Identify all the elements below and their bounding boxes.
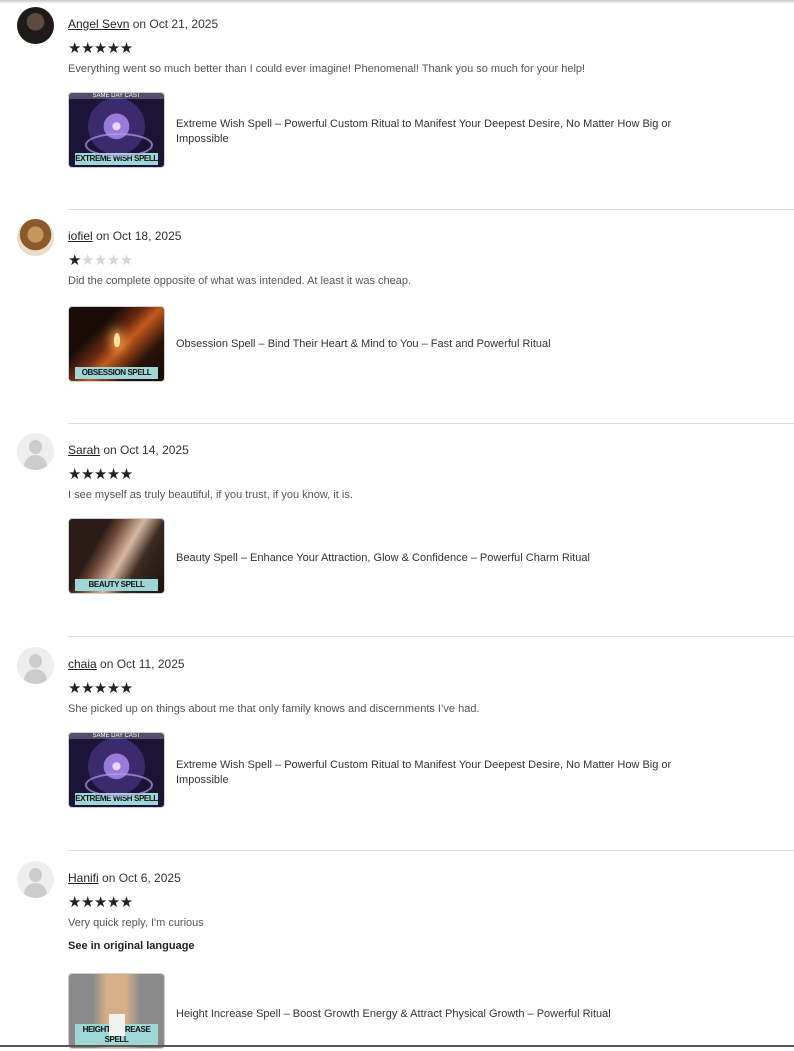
filled-stars-icon: ★★★★★	[68, 466, 133, 483]
username-link[interactable]: Angel Sevn	[68, 17, 129, 31]
empty-stars-icon: ★★★★	[80, 252, 133, 269]
product-link[interactable]: SAME DAY CAST EXTREME WISH SPELL Extreme…	[68, 732, 688, 810]
review-date: on Oct 6, 2025	[102, 871, 181, 885]
product-title[interactable]: Height Increase Spell – Boost Growth Ene…	[176, 1007, 686, 1022]
product-thumbnail[interactable]: BEAUTY SPELL	[68, 518, 165, 594]
review-text: She picked up on things about me that on…	[68, 703, 480, 715]
avatar-placeholder-icon[interactable]	[17, 433, 54, 470]
avatar[interactable]	[17, 7, 54, 44]
product-title[interactable]: Obsession Spell – Bind Their Heart & Min…	[176, 337, 686, 352]
username-link[interactable]: Sarah	[68, 443, 100, 457]
filled-stars-icon: ★	[68, 252, 81, 269]
product-thumbnail[interactable]: SAME DAY CAST EXTREME WISH SPELL	[68, 732, 165, 808]
review-text: Everything went so much better than I co…	[68, 63, 586, 75]
thumb-caption: OBSESSION SPELL	[75, 367, 158, 379]
thumb-banner: SAME DAY CAST	[69, 733, 164, 739]
username-link[interactable]: Hanifi	[68, 871, 99, 885]
review-meta: iofiel on Oct 18, 2025	[68, 229, 181, 243]
review-date: on Oct 11, 2025	[100, 657, 185, 671]
review-text: Did the complete opposite of what was in…	[68, 275, 412, 287]
review-divider	[68, 636, 794, 637]
product-title[interactable]: Beauty Spell – Enhance Your Attraction, …	[176, 551, 686, 566]
review-date: on Oct 14, 2025	[103, 443, 189, 457]
review-meta: chaia on Oct 11, 2025	[68, 657, 185, 671]
product-thumbnail[interactable]: OBSESSION SPELL	[68, 306, 165, 382]
avatar[interactable]	[17, 219, 54, 256]
review-meta: Angel Sevn on Oct 21, 2025	[68, 17, 218, 31]
review-text: Very quick reply, I'm curious	[68, 917, 204, 929]
thumb-caption: EXTREME WISH SPELL	[75, 153, 158, 165]
product-title[interactable]: Extreme Wish Spell – Powerful Custom Rit…	[176, 758, 686, 788]
product-thumbnail[interactable]: HEIGHT INCREASE SPELL	[68, 973, 165, 1049]
thumb-caption: HEIGHT INCREASE SPELL	[75, 1024, 158, 1046]
review-date: on Oct 18, 2025	[96, 229, 182, 243]
avatar-placeholder-icon[interactable]	[17, 647, 54, 684]
thumb-caption: BEAUTY SPELL	[75, 579, 158, 591]
avatar-placeholder-icon[interactable]	[17, 861, 54, 898]
product-link[interactable]: HEIGHT INCREASE SPELL Height Increase Sp…	[68, 973, 688, 1051]
thumb-caption: EXTREME WISH SPELL	[75, 793, 158, 805]
review-date: on Oct 21, 2025	[132, 17, 219, 31]
review-divider	[68, 423, 794, 424]
see-original-language-link[interactable]: See in original language	[68, 940, 195, 952]
username-link[interactable]: chaia	[68, 657, 97, 671]
product-link[interactable]: OBSESSION SPELL Obsession Spell – Bind T…	[68, 306, 688, 384]
product-link[interactable]: SAME DAY CAST EXTREME WISH SPELL Extreme…	[68, 92, 688, 170]
filled-stars-icon: ★★★★★	[68, 40, 133, 57]
thumb-banner: SAME DAY CAST	[69, 93, 164, 99]
star-rating: ★★★★★	[68, 895, 133, 911]
review-divider	[68, 850, 794, 851]
product-link[interactable]: BEAUTY SPELL Beauty Spell – Enhance Your…	[68, 518, 688, 596]
review-divider	[68, 209, 794, 210]
product-title[interactable]: Extreme Wish Spell – Powerful Custom Rit…	[176, 117, 686, 147]
star-rating: ★★★★★	[68, 681, 133, 697]
review-text: I see myself as truly beautiful, if you …	[68, 489, 353, 501]
star-rating: ★★★★★	[68, 467, 133, 483]
filled-stars-icon: ★★★★★	[68, 680, 133, 697]
review-meta: Hanifi on Oct 6, 2025	[68, 871, 181, 885]
top-shadow	[0, 0, 794, 4]
review-meta: Sarah on Oct 14, 2025	[68, 443, 189, 457]
star-rating: ★★★★★	[68, 41, 133, 57]
filled-stars-icon: ★★★★★	[68, 894, 133, 911]
product-thumbnail[interactable]: SAME DAY CAST EXTREME WISH SPELL	[68, 92, 165, 168]
username-link[interactable]: iofiel	[68, 229, 93, 243]
star-rating: ★★★★★	[68, 253, 133, 269]
